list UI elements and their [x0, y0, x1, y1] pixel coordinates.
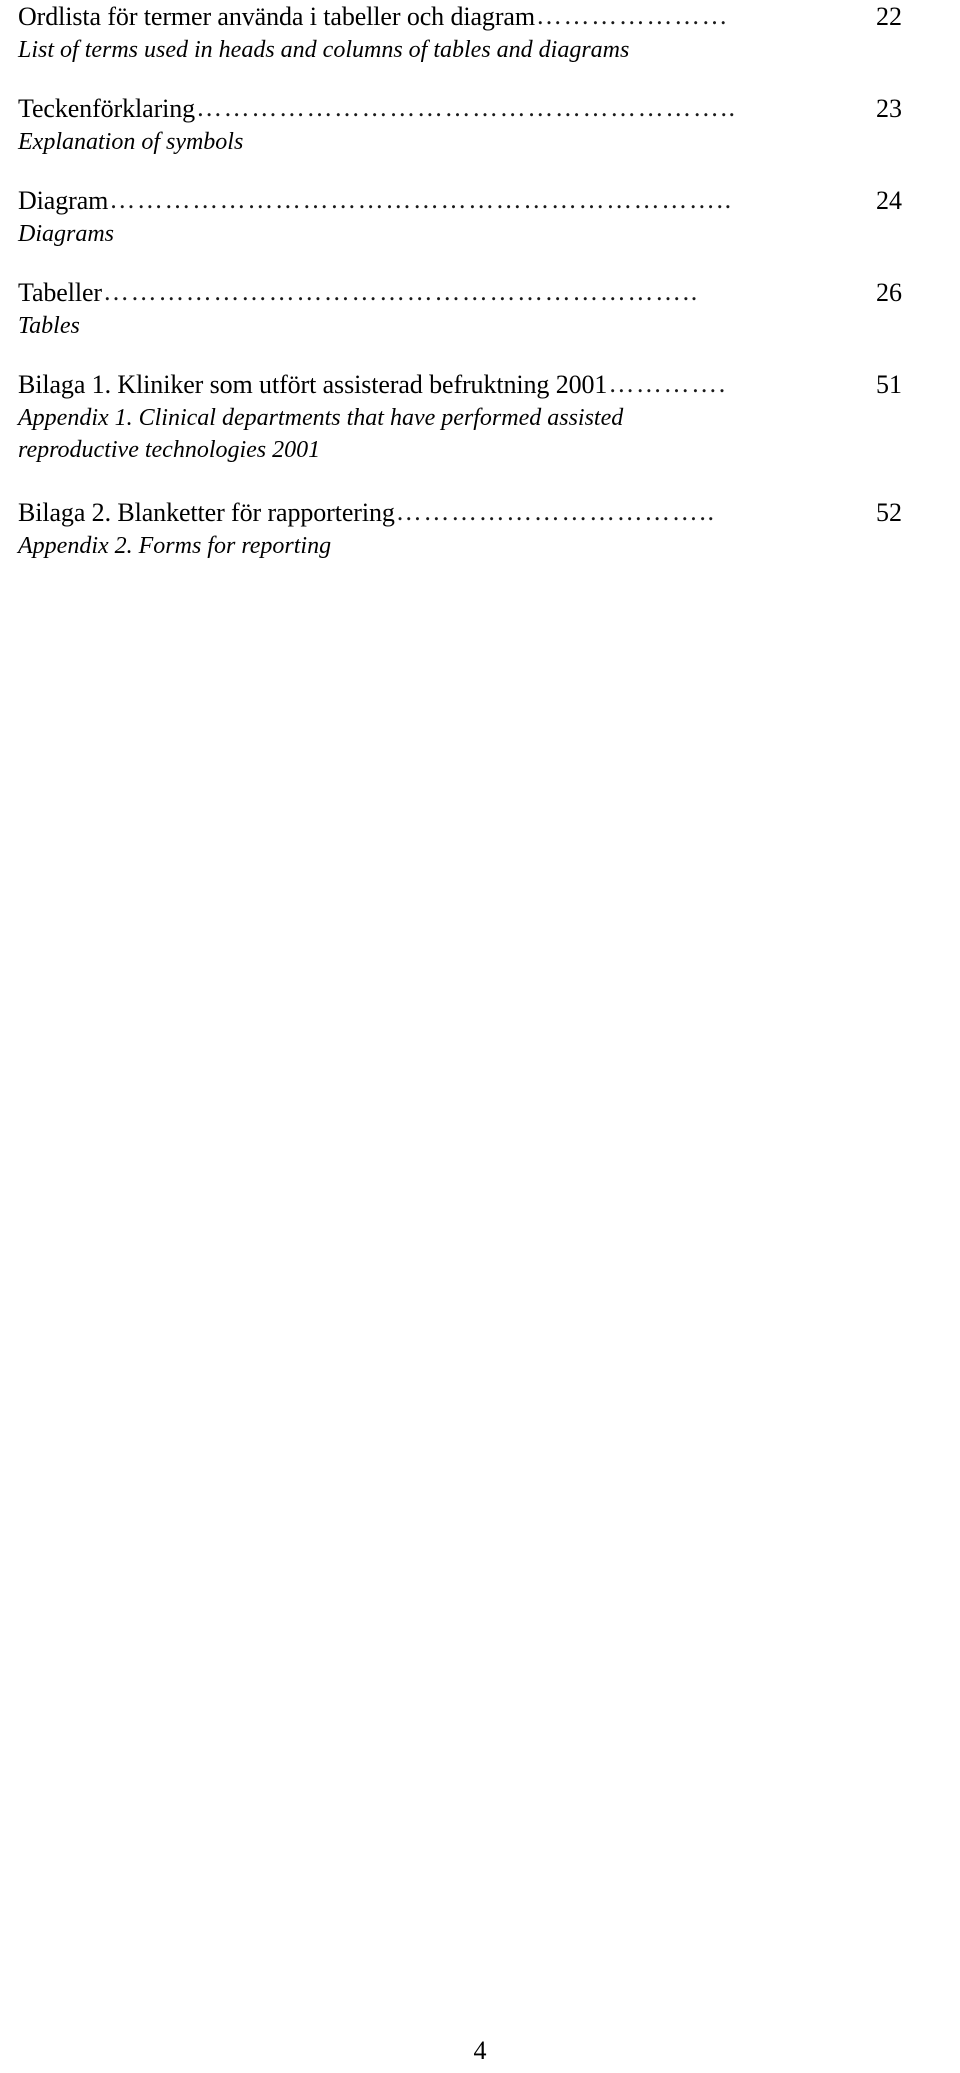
- toc-translation-line: Appendix 1. Clinical departments that ha…: [18, 405, 624, 431]
- toc-translation-line: Tables: [18, 313, 80, 339]
- toc-entry-line[interactable]: Bilaga 1. Kliniker som utfört assisterad…: [18, 368, 930, 402]
- table-of-contents: Ordlista för termer använda i tabeller o…: [18, 0, 930, 562]
- toc-leader-dots: ………………………………………………………..: [103, 277, 699, 306]
- toc-entry-bilaga-2[interactable]: Bilaga 2. Blanketter för rapportering ………: [18, 496, 930, 562]
- toc-entry-page-number: 22: [876, 2, 902, 31]
- toc-leader-dots: …………………………………………………………..: [109, 185, 733, 214]
- toc-entry-translation: Tables: [18, 310, 778, 342]
- toc-entry-title: Tabeller: [18, 278, 102, 307]
- toc-entry-line[interactable]: Tabeller ……………………………………………………….. 26: [18, 276, 930, 310]
- toc-translation-line: Appendix 2. Forms for reporting: [18, 533, 332, 559]
- toc-entry-tabeller[interactable]: Tabeller ……………………………………………………….. 26 Tabl…: [18, 276, 930, 342]
- toc-leader-dots: …………………: [535, 1, 730, 30]
- toc-entry-translation: List of terms used in heads and columns …: [18, 34, 778, 66]
- toc-entry-line[interactable]: Teckenförklaring ………………………………………………….. 2…: [18, 92, 930, 126]
- toc-entry-diagram[interactable]: Diagram ………………………………………………………….. 24 Diag…: [18, 184, 930, 250]
- toc-entry-bilaga-1[interactable]: Bilaga 1. Kliniker som utfört assisterad…: [18, 368, 930, 466]
- toc-entry-line[interactable]: Diagram ………………………………………………………….. 24: [18, 184, 930, 218]
- toc-entry-page-number: 23: [876, 94, 902, 123]
- toc-translation-line: reproductive technologies 2001: [18, 437, 321, 463]
- toc-entry-translation: Diagrams: [18, 218, 778, 250]
- toc-entry-line[interactable]: Ordlista för termer använda i tabeller o…: [18, 0, 930, 34]
- toc-leader-dots: ……………………………..: [395, 497, 716, 526]
- toc-entry-title: Bilaga 2. Blanketter för rapportering: [18, 498, 395, 527]
- toc-entry-page-number: 52: [876, 498, 902, 527]
- toc-entry-page-number: 51: [876, 370, 902, 399]
- toc-leader-dots: ………….: [608, 369, 727, 398]
- toc-entry-line[interactable]: Bilaga 2. Blanketter för rapportering ………: [18, 496, 930, 530]
- toc-entry-teckenforklaring[interactable]: Teckenförklaring ………………………………………………….. 2…: [18, 92, 930, 158]
- toc-entry-title: Bilaga 1. Kliniker som utfört assisterad…: [18, 370, 608, 399]
- toc-translation-line: Diagrams: [18, 221, 115, 247]
- toc-entry-ordlista[interactable]: Ordlista för termer använda i tabeller o…: [18, 0, 930, 66]
- toc-entry-title: Ordlista för termer använda i tabeller o…: [18, 2, 535, 31]
- toc-entry-translation: Appendix 2. Forms for reporting: [18, 530, 778, 562]
- toc-translation-line: Explanation of symbols: [18, 129, 244, 155]
- toc-translation-line: List of terms used in heads and columns …: [18, 37, 630, 63]
- toc-entry-title: Diagram: [18, 186, 109, 215]
- page-footer-number: 4: [473, 2036, 487, 2065]
- toc-entry-page-number: 24: [876, 186, 902, 215]
- toc-leader-dots: …………………………………………………..: [196, 93, 737, 122]
- toc-entry-page-number: 26: [876, 278, 902, 307]
- toc-entry-translation: Explanation of symbols: [18, 126, 778, 158]
- toc-entry-translation: Appendix 1. Clinical departments that ha…: [18, 402, 778, 466]
- toc-entry-title: Teckenförklaring: [18, 94, 196, 123]
